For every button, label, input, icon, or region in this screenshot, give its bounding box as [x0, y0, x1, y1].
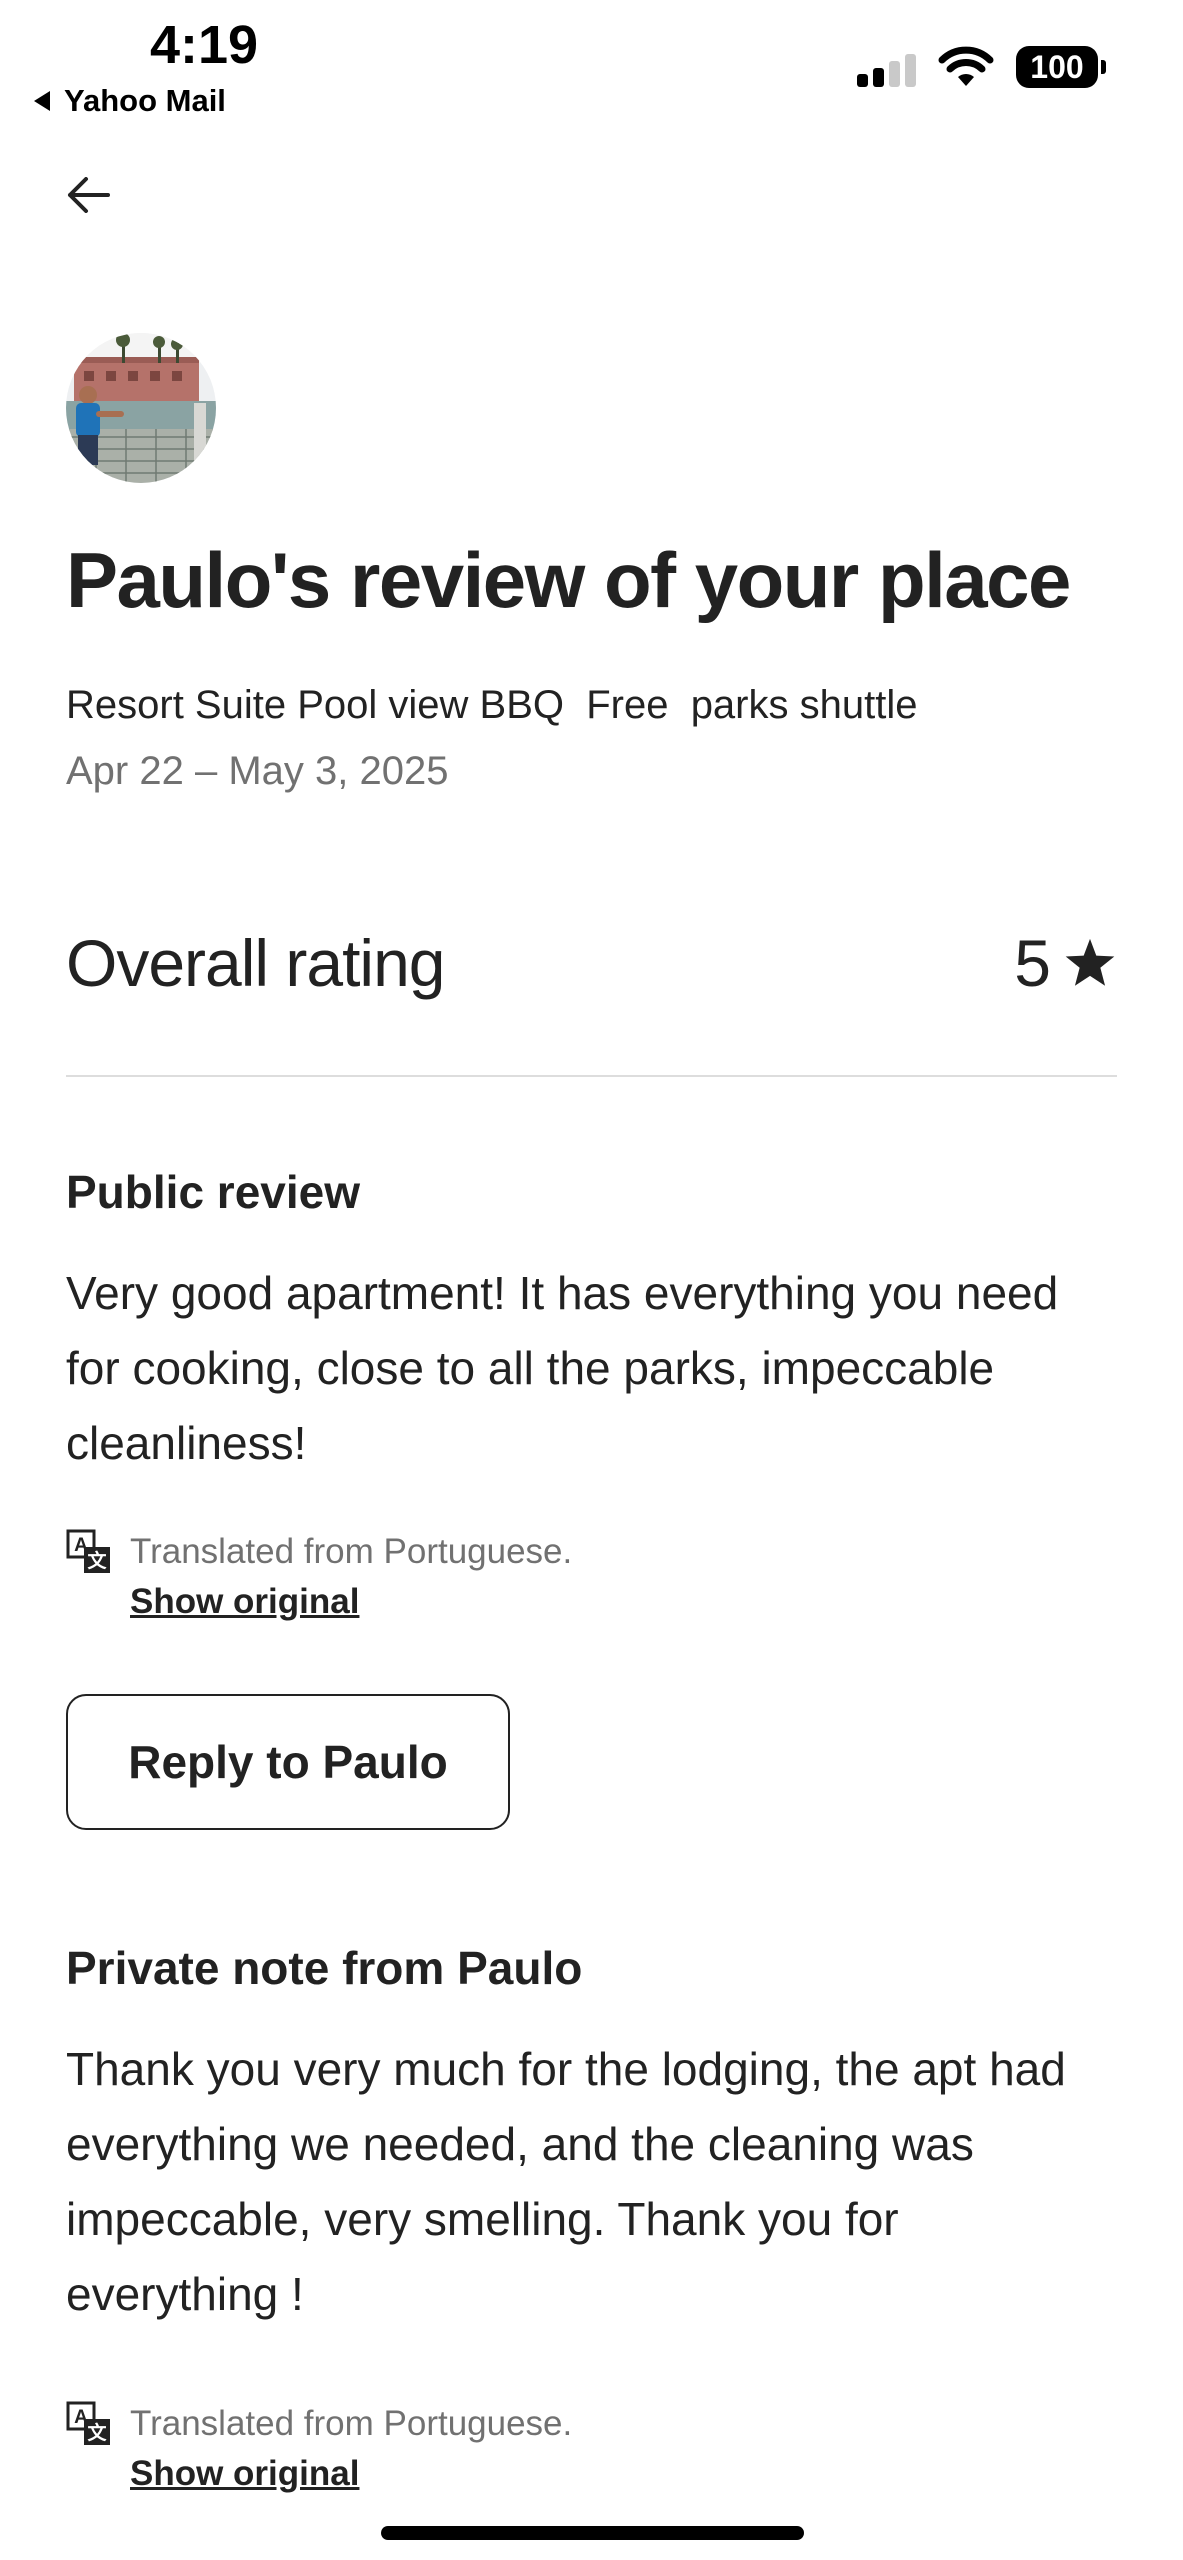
section-divider — [66, 1075, 1117, 1077]
translated-from-label: Translated from Portuguese. — [130, 1532, 573, 1571]
battery-level: 100 — [1030, 48, 1084, 85]
svg-text:文: 文 — [87, 2421, 107, 2444]
overall-rating-label: Overall rating — [66, 926, 445, 1000]
listing-name: Resort Suite Pool view BBQ Free parks sh… — [66, 683, 918, 727]
back-to-app-link[interactable]: Yahoo Mail — [34, 83, 226, 119]
home-indicator[interactable] — [381, 2526, 804, 2540]
show-original-link[interactable]: Show original — [130, 2449, 572, 2499]
back-to-app-label: Yahoo Mail — [64, 83, 226, 118]
svg-text:文: 文 — [87, 1549, 107, 1572]
back-arrow-button[interactable] — [58, 170, 118, 220]
cellular-signal-icon — [857, 47, 916, 87]
status-bar: 4:19 Yahoo Mail 100 — [0, 0, 1183, 125]
translation-text-block: Translated from Portuguese. Show origina… — [130, 2399, 572, 2499]
star-icon — [1065, 938, 1115, 986]
public-review-text: Very good apartment! It has everything y… — [66, 1267, 1059, 1469]
page-title: Paulo's review of your place — [66, 536, 1071, 624]
arrow-left-icon — [68, 177, 110, 213]
stay-dates: Apr 22 – May 3, 2025 — [66, 749, 449, 793]
show-original-link[interactable]: Show original — [130, 1577, 572, 1627]
battery-icon: 100 — [1016, 46, 1106, 88]
status-icons: 100 — [857, 46, 1106, 88]
reviewer-avatar[interactable] — [66, 333, 216, 483]
public-review-translation-info: A 文 Translated from Portuguese. Show ori… — [66, 1527, 572, 1627]
private-note-title: Private note from Paulo — [66, 1942, 583, 1994]
translation-text-block: Translated from Portuguese. Show origina… — [130, 1527, 572, 1627]
translate-icon: A 文 — [66, 2401, 110, 2445]
translate-icon: A 文 — [66, 1529, 110, 1573]
rating-number: 5 — [1014, 926, 1051, 1000]
translated-from-label: Translated from Portuguese. — [130, 2404, 573, 2443]
status-time: 4:19 — [150, 15, 259, 75]
overall-rating-value: 5 — [1014, 925, 1117, 1001]
wifi-icon — [938, 46, 994, 86]
back-triangle-icon — [34, 91, 50, 111]
private-note-translation-info: A 文 Translated from Portuguese. Show ori… — [66, 2399, 572, 2499]
reply-button[interactable]: Reply to Paulo — [66, 1694, 510, 1830]
avatar-photo — [66, 333, 216, 483]
private-note-text: Thank you very much for the lodging, the… — [66, 2043, 1066, 2320]
public-review-title: Public review — [66, 1166, 361, 1218]
